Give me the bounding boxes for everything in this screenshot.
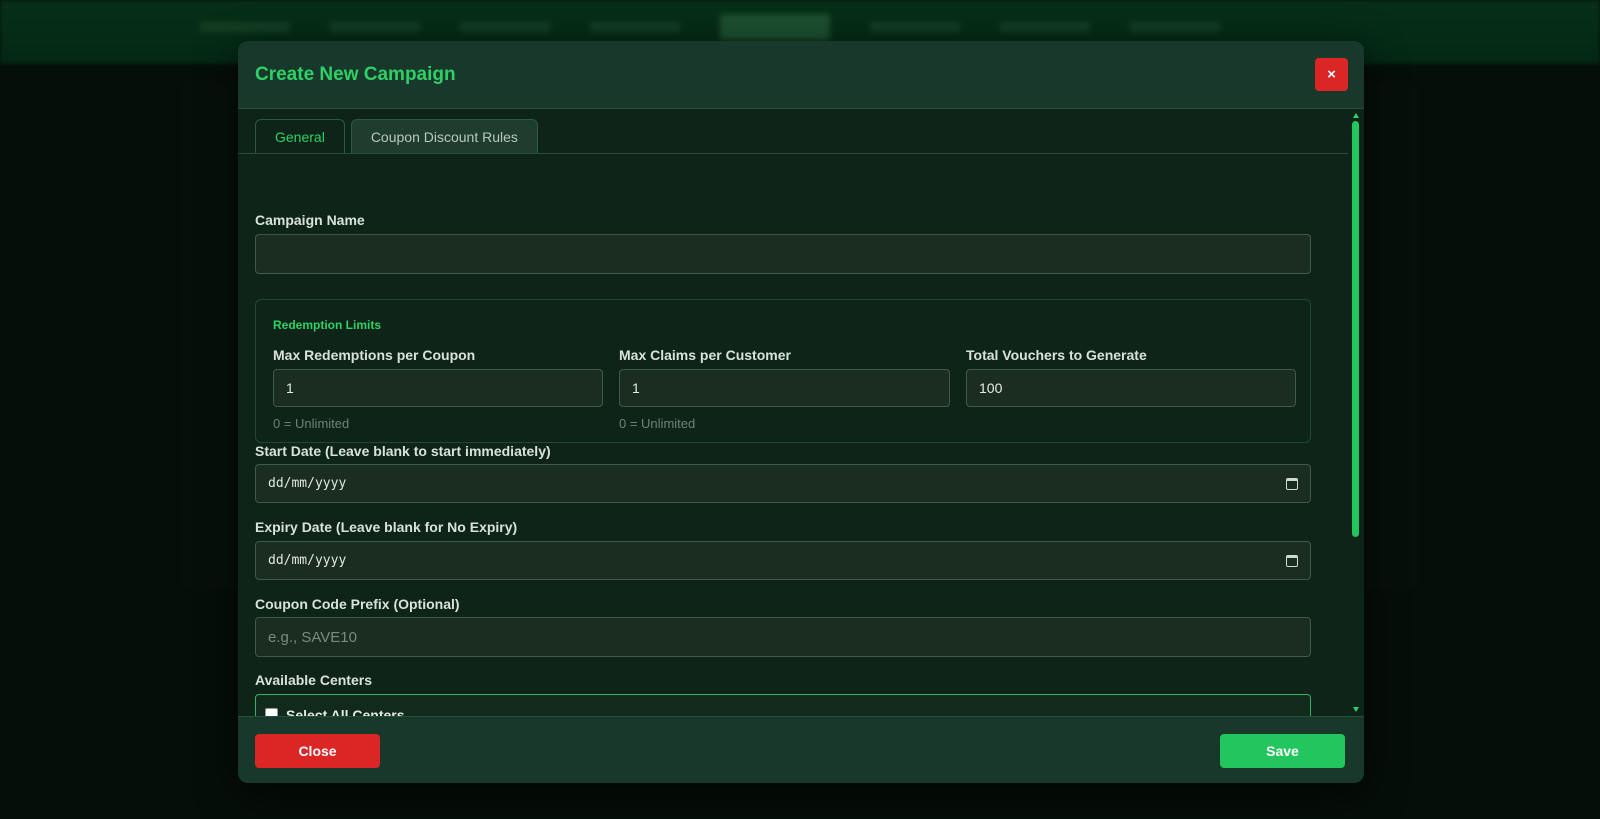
max-claims-hint: 0 = Unlimited — [619, 416, 696, 431]
scroll-up-arrow-icon[interactable] — [1353, 113, 1359, 118]
total-vouchers-label: Total Vouchers to Generate — [966, 347, 1147, 363]
close-icon[interactable]: × — [1315, 58, 1348, 91]
close-button[interactable]: Close — [255, 734, 380, 768]
max-redemptions-label: Max Redemptions per Coupon — [273, 347, 476, 363]
modal-footer: Close Save — [238, 716, 1364, 783]
expiry-date-value: dd/mm/yyyy — [268, 553, 347, 568]
coupon-prefix-input[interactable]: e.g., SAVE10 — [255, 617, 1311, 657]
available-centers-label: Available Centers — [255, 672, 372, 688]
select-all-checkbox[interactable] — [265, 708, 278, 716]
select-all-label[interactable]: Select All Centers — [286, 707, 405, 716]
campaign-name-input[interactable] — [255, 234, 1311, 274]
tabs-divider — [238, 153, 1348, 154]
modal-body: General Coupon Discount Rules Campaign N… — [238, 109, 1348, 716]
max-redemptions-input[interactable]: 1 — [273, 369, 603, 407]
redemption-limits-group: Redemption Limits Max Redemptions per Co… — [255, 299, 1311, 443]
tab-bar: General Coupon Discount Rules — [255, 119, 538, 153]
create-campaign-modal: Create New Campaign × General Coupon Dis… — [238, 41, 1364, 783]
start-date-value: dd/mm/yyyy — [268, 476, 347, 491]
tab-general[interactable]: General — [255, 119, 345, 153]
modal-scrollbar[interactable] — [1348, 109, 1364, 716]
calendar-icon[interactable] — [1286, 477, 1298, 490]
max-claims-input[interactable]: 1 — [619, 369, 950, 407]
total-vouchers-input[interactable]: 100 — [966, 369, 1296, 407]
coupon-prefix-label: Coupon Code Prefix (Optional) — [255, 596, 460, 612]
modal-title: Create New Campaign — [255, 63, 456, 85]
expiry-date-label: Expiry Date (Leave blank for No Expiry) — [255, 519, 518, 535]
calendar-icon[interactable] — [1286, 554, 1298, 567]
scroll-thumb[interactable] — [1352, 121, 1359, 537]
max-redemptions-hint: 0 = Unlimited — [273, 416, 350, 431]
start-date-input[interactable]: dd/mm/yyyy — [255, 464, 1311, 503]
modal-header: Create New Campaign × — [238, 41, 1364, 109]
scroll-down-arrow-icon[interactable] — [1353, 707, 1359, 712]
expiry-date-input[interactable]: dd/mm/yyyy — [255, 541, 1311, 580]
save-button[interactable]: Save — [1220, 734, 1345, 768]
campaign-name-label: Campaign Name — [255, 212, 365, 228]
tab-coupon-discount-rules[interactable]: Coupon Discount Rules — [350, 119, 538, 153]
start-date-label: Start Date (Leave blank to start immedia… — [255, 443, 551, 459]
centers-list: Select All Centers — [255, 694, 1311, 716]
redemption-limits-legend: Redemption Limits — [273, 318, 382, 332]
max-claims-label: Max Claims per Customer — [619, 347, 791, 363]
